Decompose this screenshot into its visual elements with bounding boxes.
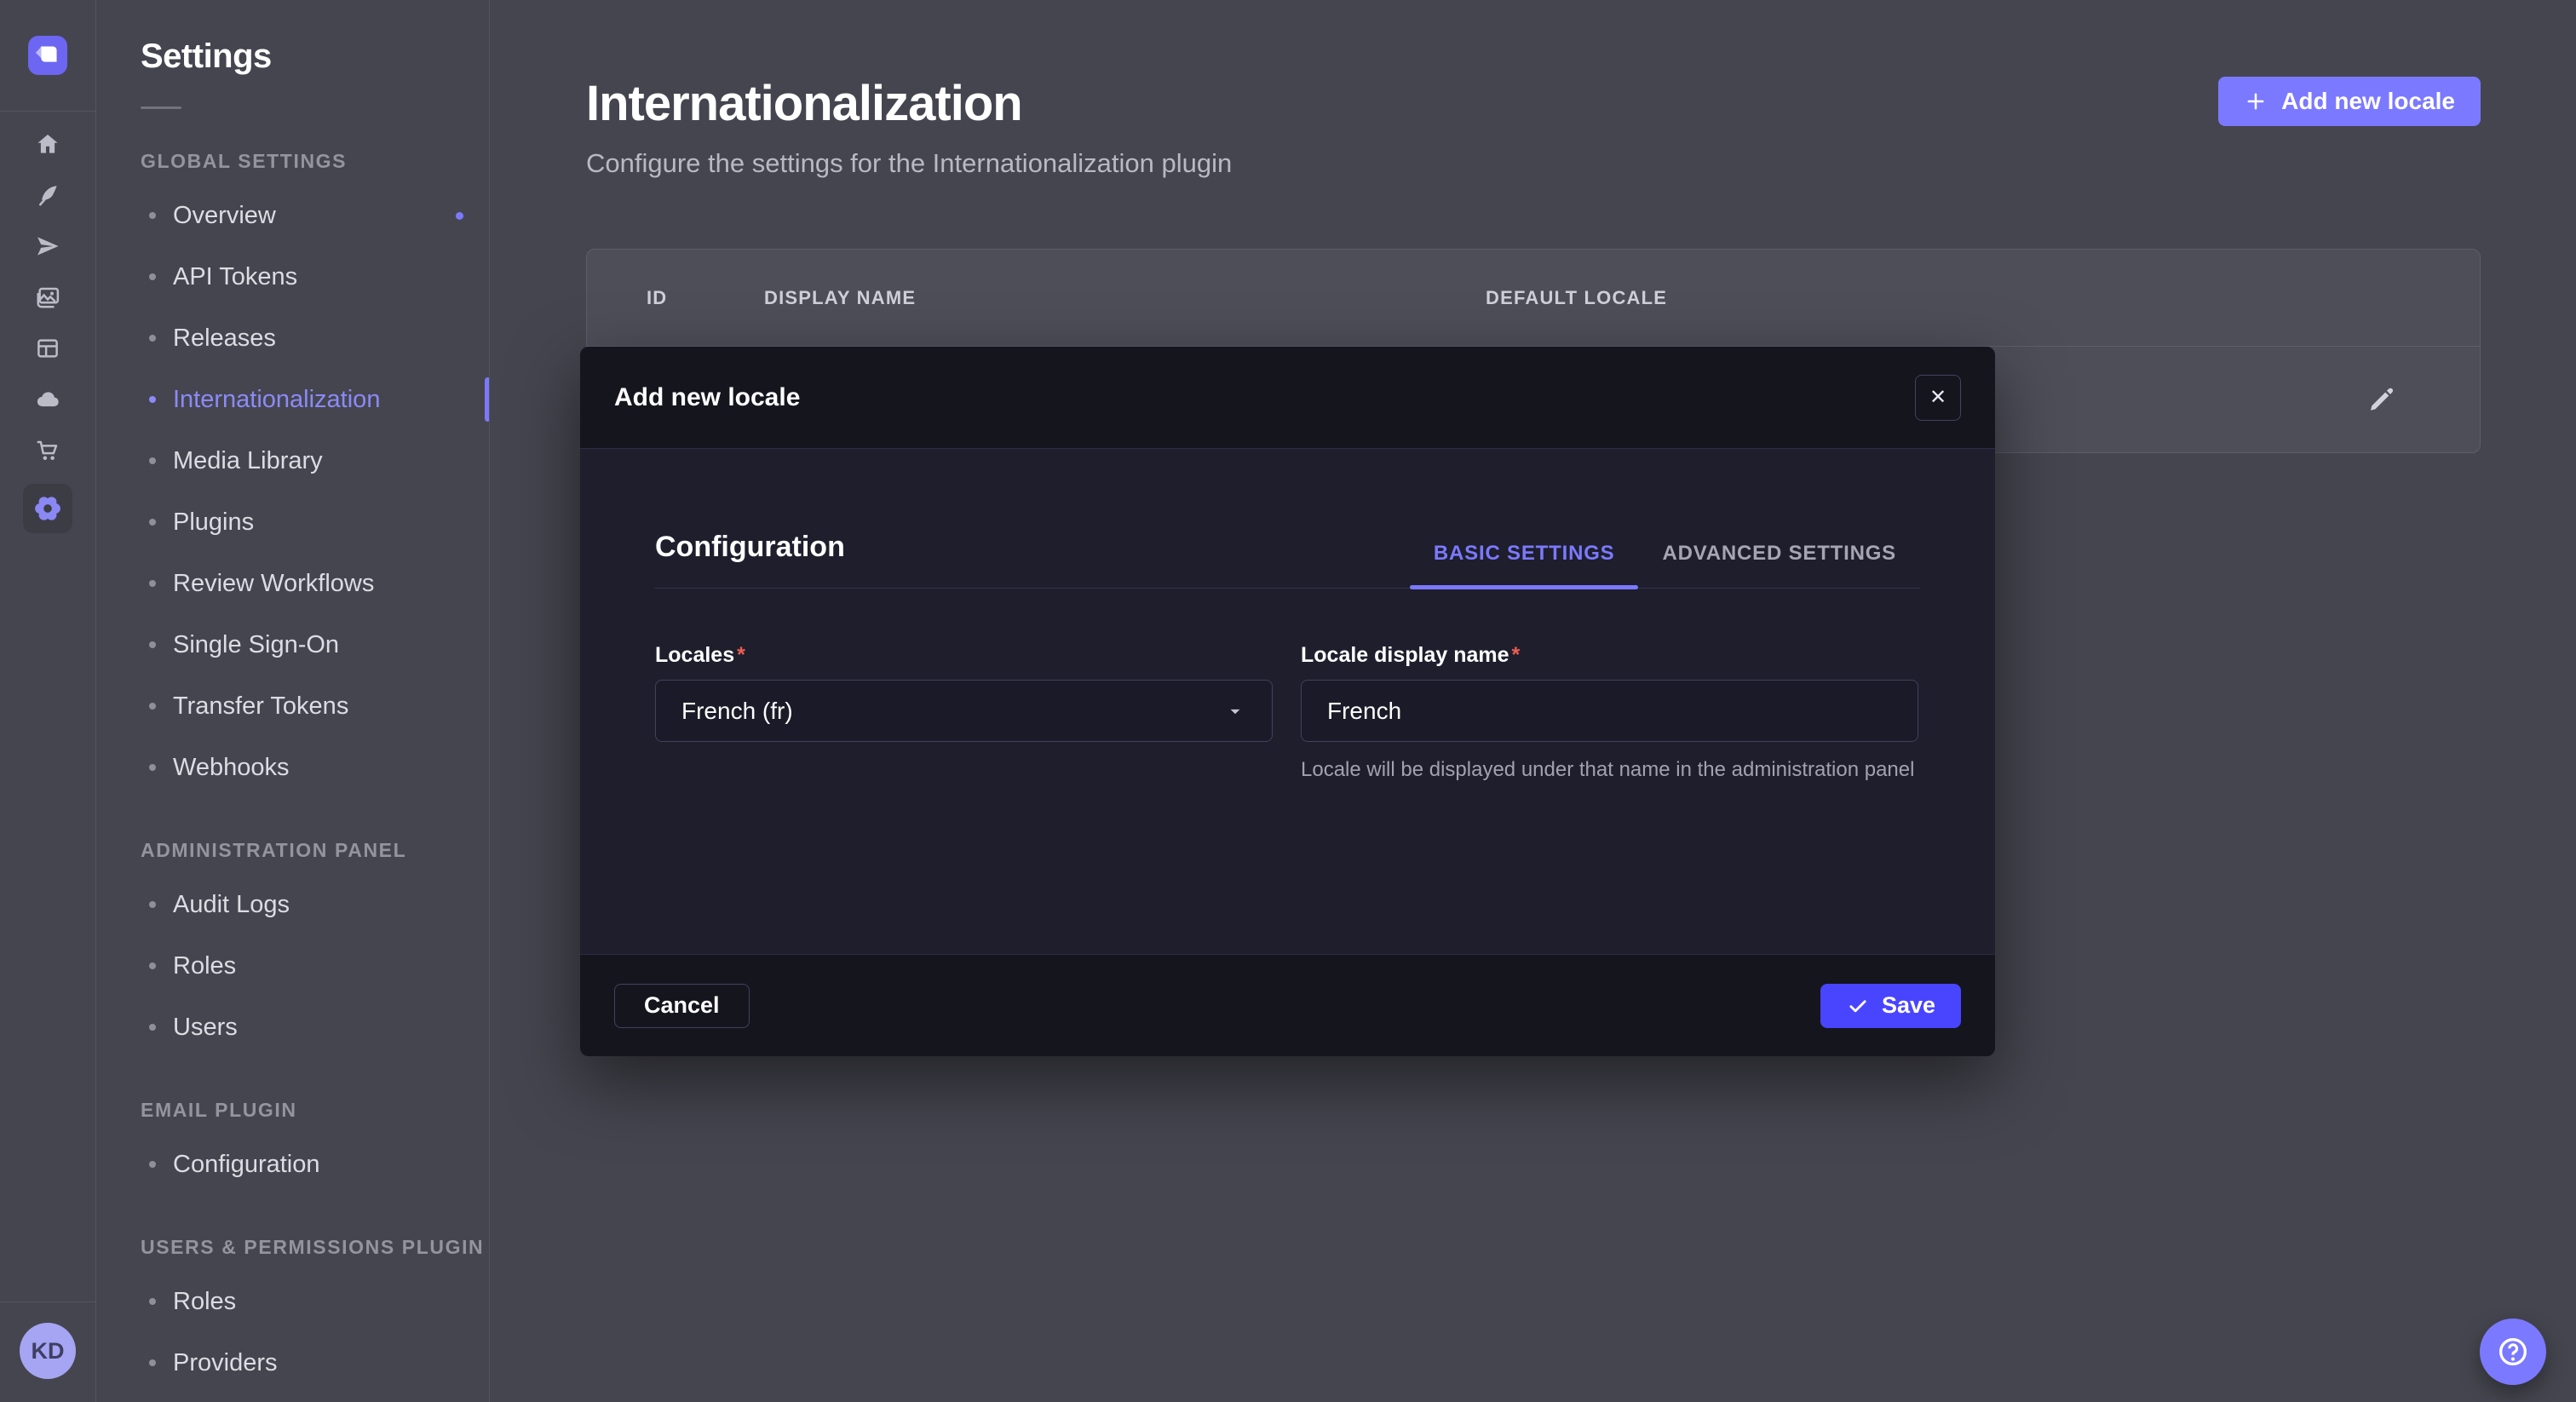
page-subtitle: Configure the settings for the Internati… <box>586 147 1232 181</box>
modal-footer: Cancel Save <box>580 954 1995 1056</box>
sidebar-title: Settings <box>141 37 489 76</box>
add-new-locale-button[interactable]: Add new locale <box>2218 77 2481 126</box>
sidebar-item-admin-users[interactable]: Users <box>141 997 489 1058</box>
edit-pencil-icon[interactable] <box>2366 384 2396 415</box>
sidebar-item-internationalization[interactable]: Internationalization <box>141 369 489 430</box>
page-title: Internationalization <box>586 77 1232 131</box>
deploy-send-icon[interactable] <box>23 228 72 264</box>
close-icon[interactable]: ✕ <box>1915 375 1961 421</box>
media-library-icon[interactable] <box>23 279 72 315</box>
question-circle-icon <box>2495 1334 2531 1370</box>
sidebar-item-media-library[interactable]: Media Library <box>141 430 489 491</box>
logo-area <box>0 0 95 112</box>
required-asterisk: * <box>1512 643 1521 667</box>
required-asterisk: * <box>737 643 745 667</box>
bullet-icon <box>149 1359 156 1366</box>
configuration-header-row: Configuration BASIC SETTINGS ADVANCED SE… <box>655 449 1920 589</box>
bullet-icon <box>149 212 156 219</box>
tab-basic-settings[interactable]: BASIC SETTINGS <box>1410 542 1639 588</box>
display-name-input[interactable] <box>1301 680 1918 742</box>
content-type-builder-icon[interactable] <box>23 330 72 366</box>
page-header: Internationalization Configure the setti… <box>586 77 2481 181</box>
check-icon <box>1846 994 1870 1018</box>
settings-tabs: BASIC SETTINGS ADVANCED SETTINGS <box>1410 542 1920 588</box>
sidebar-item-up-roles[interactable]: Roles <box>141 1271 489 1332</box>
column-display-name: DISPLAY NAME <box>764 287 1486 309</box>
sidebar-item-email-configuration[interactable]: Configuration <box>141 1134 489 1195</box>
column-id: ID <box>647 287 764 309</box>
bullet-icon <box>149 457 156 464</box>
locales-select[interactable]: French (fr) <box>655 680 1273 742</box>
bullet-icon <box>149 1298 156 1305</box>
sidebar-item-single-sign-on[interactable]: Single Sign-On <box>141 614 489 675</box>
section-label-global-settings: GLOBAL SETTINGS <box>141 150 489 173</box>
bullet-icon <box>149 764 156 771</box>
save-button[interactable]: Save <box>1820 984 1961 1028</box>
help-button[interactable] <box>2480 1319 2546 1385</box>
bullet-icon <box>149 335 156 342</box>
page-header-text: Internationalization Configure the setti… <box>586 77 1232 181</box>
modal-header: Add new locale ✕ <box>580 347 1995 449</box>
section-label-email-plugin: EMAIL PLUGIN <box>141 1099 489 1122</box>
sidebar-item-audit-logs[interactable]: Audit Logs <box>141 874 489 935</box>
sidebar-item-webhooks[interactable]: Webhooks <box>141 737 489 798</box>
sidebar-title-rule <box>141 106 181 109</box>
bullet-icon <box>149 273 156 280</box>
column-default-locale: DEFAULT LOCALE <box>1486 287 2292 309</box>
locales-field: Locales* French (fr) <box>655 643 1273 784</box>
marketplace-cart-icon[interactable] <box>23 433 72 468</box>
locales-label: Locales* <box>655 643 1273 668</box>
section-label-users-permissions-plugin: USERS & PERMISSIONS PLUGIN <box>141 1236 489 1259</box>
rail-bottom: KD <box>0 1301 95 1402</box>
display-name-field: Locale display name* Locale will be disp… <box>1301 643 1918 784</box>
modal-body: Configuration BASIC SETTINGS ADVANCED SE… <box>580 449 1995 954</box>
settings-gear-icon[interactable] <box>23 484 72 533</box>
bullet-icon <box>149 901 156 908</box>
notification-dot <box>456 212 463 220</box>
sidebar-item-transfer-tokens[interactable]: Transfer Tokens <box>141 675 489 737</box>
add-new-locale-modal: Add new locale ✕ Configuration BASIC SET… <box>580 347 1995 1056</box>
home-icon[interactable] <box>23 126 72 162</box>
icon-rail: KD <box>0 0 96 1402</box>
sidebar-item-releases[interactable]: Releases <box>141 307 489 369</box>
user-avatar[interactable]: KD <box>20 1323 76 1379</box>
sidebar-item-review-workflows[interactable]: Review Workflows <box>141 553 489 614</box>
bullet-icon <box>149 703 156 710</box>
bullet-icon <box>149 519 156 526</box>
bullet-icon <box>149 641 156 648</box>
active-indicator <box>485 377 490 422</box>
cloud-icon[interactable] <box>23 382 72 417</box>
sidebar-item-plugins[interactable]: Plugins <box>141 491 489 553</box>
sidebar-item-up-providers[interactable]: Providers <box>141 1332 489 1393</box>
bullet-icon <box>149 962 156 969</box>
plus-icon <box>2244 89 2268 113</box>
sidebar-item-api-tokens[interactable]: API Tokens <box>141 246 489 307</box>
chevron-down-icon <box>1224 700 1246 722</box>
rail-nav <box>23 118 72 541</box>
modal-title: Add new locale <box>614 383 800 412</box>
configuration-title: Configuration <box>655 531 845 588</box>
bullet-icon <box>149 396 156 403</box>
strapi-logo-icon[interactable] <box>28 36 67 75</box>
settings-sidebar: Settings GLOBAL SETTINGS Overview API To… <box>96 0 490 1402</box>
display-name-label: Locale display name* <box>1301 643 1918 668</box>
bullet-icon <box>149 1024 156 1031</box>
sidebar-item-overview[interactable]: Overview <box>141 185 489 246</box>
bullet-icon <box>149 580 156 587</box>
section-label-administration-panel: ADMINISTRATION PANEL <box>141 839 489 862</box>
sidebar-item-admin-roles[interactable]: Roles <box>141 935 489 997</box>
tab-advanced-settings[interactable]: ADVANCED SETTINGS <box>1638 542 1920 588</box>
cancel-button[interactable]: Cancel <box>614 984 750 1028</box>
content-manager-feather-icon[interactable] <box>23 177 72 213</box>
form-fields: Locales* French (fr) Locale display name… <box>655 643 1920 784</box>
bullet-icon <box>149 1161 156 1168</box>
display-name-hint: Locale will be displayed under that name… <box>1301 756 1918 784</box>
table-header-row: ID DISPLAY NAME DEFAULT LOCALE <box>587 250 2480 347</box>
